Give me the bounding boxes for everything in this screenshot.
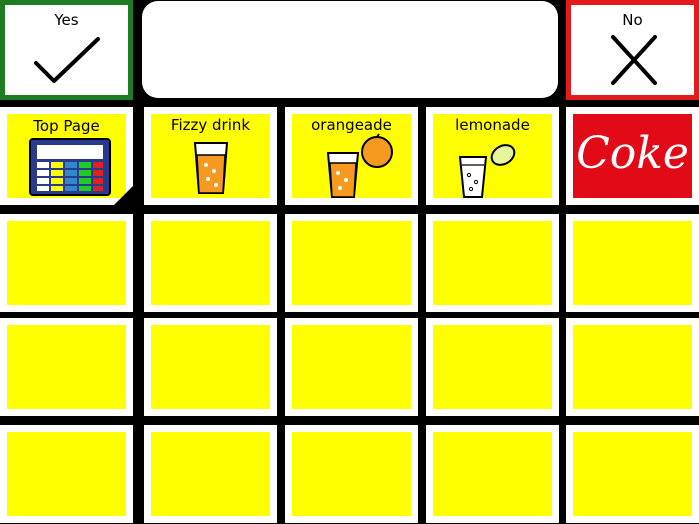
- glass-icon: [193, 142, 229, 194]
- empty-cell[interactable]: [0, 425, 133, 523]
- message-window[interactable]: [142, 1, 558, 98]
- yes-button[interactable]: Yes: [0, 0, 133, 100]
- cross-icon: [611, 35, 657, 85]
- orange-icon: [361, 133, 393, 168]
- fizzy-drink-label: Fizzy drink: [170, 116, 251, 134]
- empty-cell[interactable]: [285, 318, 418, 416]
- lemonade-glass-icon: [458, 156, 488, 198]
- coke-logo: Coke: [576, 128, 689, 179]
- check-icon: [34, 37, 100, 83]
- empty-cell[interactable]: [566, 425, 699, 523]
- empty-cell[interactable]: [426, 214, 559, 312]
- grid-icon: [29, 138, 111, 196]
- orangeade-glass-icon: [326, 152, 360, 198]
- empty-cell[interactable]: [285, 425, 418, 523]
- empty-cell[interactable]: [426, 318, 559, 416]
- empty-cell[interactable]: [566, 318, 699, 416]
- empty-cell[interactable]: [0, 318, 133, 416]
- folder-corner: [114, 186, 133, 205]
- coke-button[interactable]: Coke: [566, 107, 699, 205]
- empty-cell[interactable]: [0, 214, 133, 312]
- empty-cell[interactable]: [144, 214, 277, 312]
- empty-cell[interactable]: [144, 425, 277, 523]
- empty-cell[interactable]: [426, 425, 559, 523]
- empty-cell[interactable]: [566, 214, 699, 312]
- no-label: No: [622, 11, 643, 29]
- orangeade-button[interactable]: orangeade: [285, 107, 418, 205]
- empty-cell[interactable]: [144, 318, 277, 416]
- orangeade-label: orangeade: [311, 116, 392, 134]
- no-button[interactable]: No: [566, 0, 699, 100]
- lemon-icon: [490, 144, 516, 166]
- top-page-label: Top Page: [33, 117, 100, 135]
- yes-label: Yes: [54, 11, 79, 29]
- lemonade-label: lemonade: [455, 116, 530, 134]
- empty-cell[interactable]: [285, 214, 418, 312]
- lemonade-button[interactable]: lemonade: [426, 107, 559, 205]
- fizzy-drink-button[interactable]: Fizzy drink: [144, 107, 277, 205]
